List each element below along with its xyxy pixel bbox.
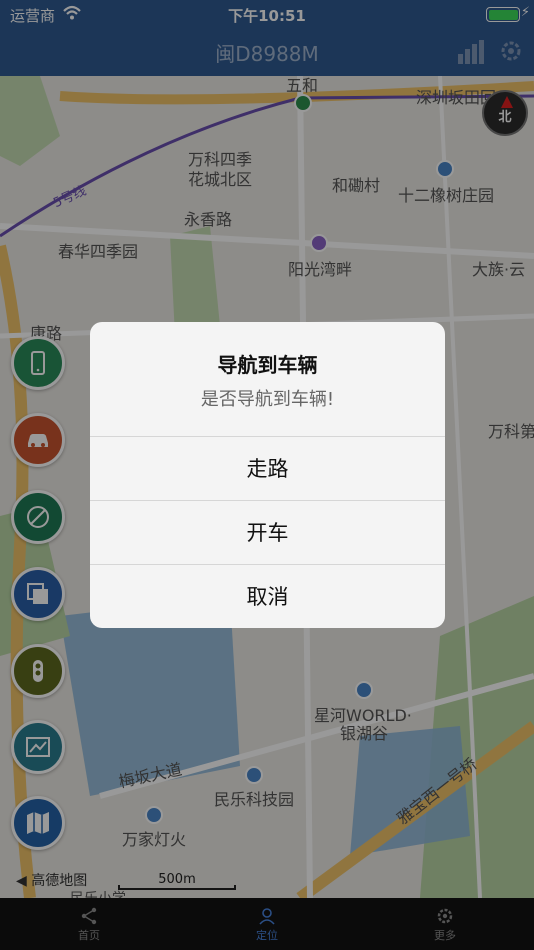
tab-location-label: 定位	[256, 929, 278, 942]
gear-icon	[437, 908, 453, 924]
user-icon	[259, 908, 275, 925]
dialog-title: 导航到车辆	[217, 353, 318, 377]
share-icon	[81, 907, 97, 925]
drive-button[interactable]: 开车	[90, 500, 445, 564]
tab-location[interactable]: 定位	[178, 898, 356, 950]
tab-home-label: 首页	[78, 929, 100, 942]
tab-more[interactable]: 更多	[356, 898, 534, 950]
tab-bar: 首页 定位 更多	[0, 898, 534, 950]
tab-more-label: 更多	[434, 929, 456, 942]
navigate-dialog: 导航到车辆 是否导航到车辆! 走路 开车 取消	[90, 322, 445, 628]
walk-button[interactable]: 走路	[90, 436, 445, 500]
cancel-button[interactable]: 取消	[90, 564, 445, 628]
tab-home[interactable]: 首页	[0, 898, 178, 950]
dialog-message: 是否导航到车辆!	[200, 389, 335, 410]
